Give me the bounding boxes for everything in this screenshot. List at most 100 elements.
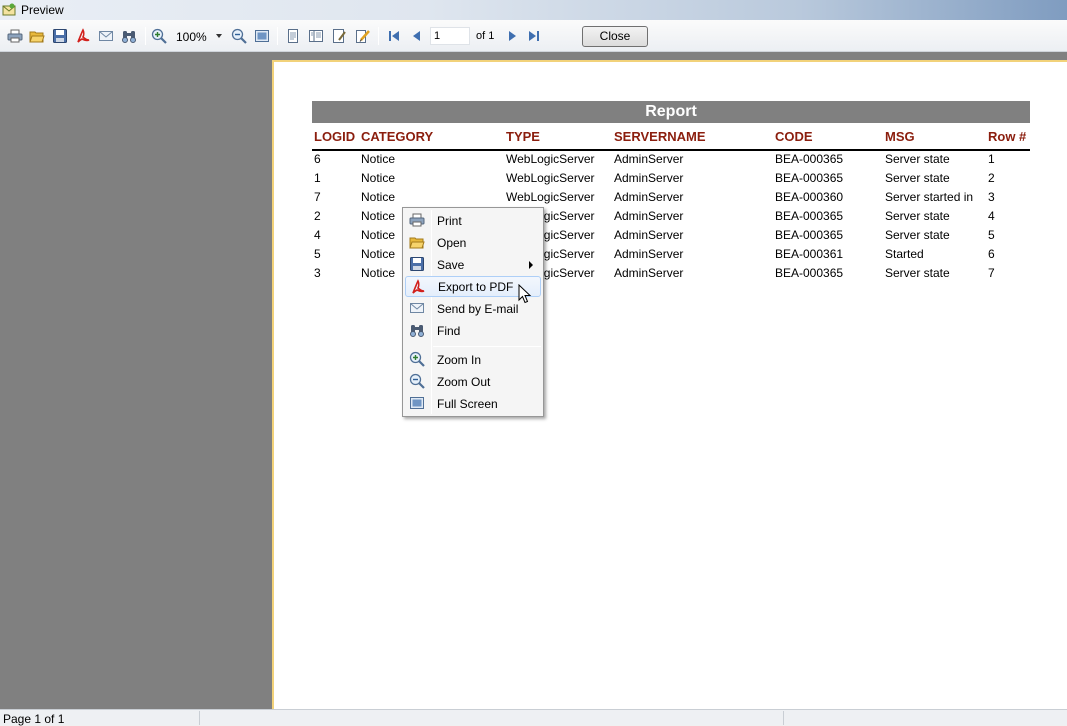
email-icon — [409, 300, 425, 316]
cell-category: Notice — [361, 190, 396, 204]
menu-item-label: Open — [437, 236, 467, 250]
zoom-in-icon — [409, 351, 425, 367]
menu-item-find[interactable]: Find — [405, 320, 541, 341]
cell-code: BEA-000361 — [775, 247, 844, 261]
cell-servername: AdminServer — [614, 228, 684, 242]
cell-code: BEA-000360 — [775, 190, 844, 204]
pdf-icon[interactable] — [74, 27, 92, 45]
header-divider — [312, 149, 1030, 151]
first-page-icon[interactable] — [385, 27, 403, 45]
menu-item-save[interactable]: Save — [405, 254, 541, 275]
cell-category: Notice — [361, 228, 396, 242]
zoom-select[interactable]: 100% — [176, 28, 224, 45]
two-page-icon[interactable] — [307, 27, 325, 45]
chevron-down-icon — [216, 34, 222, 38]
menu-item-zoom-in[interactable]: Zoom In — [405, 349, 541, 370]
find-icon[interactable] — [120, 27, 138, 45]
print-icon[interactable] — [6, 27, 24, 45]
menu-item-zoom-out[interactable]: Zoom Out — [405, 371, 541, 392]
close-button[interactable]: Close — [582, 26, 648, 47]
cell-logid: 3 — [314, 266, 321, 280]
email-icon[interactable] — [97, 27, 115, 45]
cell-msg: Server state — [885, 209, 950, 223]
cell-logid: 5 — [314, 247, 321, 261]
column-header-row-number: Row # — [988, 129, 1027, 144]
cell-msg: Server started in — [885, 190, 974, 204]
title-bar: Preview — [0, 0, 1067, 20]
cell-msg: Started — [885, 247, 924, 261]
full-screen-icon — [409, 395, 425, 411]
cell-servername: AdminServer — [614, 171, 684, 185]
cell-servername: AdminServer — [614, 209, 684, 223]
report-title: Report — [312, 101, 1030, 123]
cell-code: BEA-000365 — [775, 152, 844, 166]
window-title: Preview — [21, 3, 64, 17]
cell-row-number: 2 — [988, 171, 995, 185]
menu-item-label: Zoom Out — [437, 375, 491, 389]
cell-logid: 6 — [314, 152, 321, 166]
cell-servername: AdminServer — [614, 152, 684, 166]
cell-logid: 7 — [314, 190, 321, 204]
cell-type: WebLogicServer — [506, 152, 595, 166]
cell-category: Notice — [361, 247, 396, 261]
cell-code: BEA-000365 — [775, 209, 844, 223]
cell-msg: Server state — [885, 266, 950, 280]
print-icon — [409, 212, 425, 228]
menu-item-label: Find — [437, 324, 461, 338]
save-icon[interactable] — [51, 27, 69, 45]
cell-category: Notice — [361, 171, 396, 185]
chevron-right-icon — [529, 261, 533, 269]
menu-item-open[interactable]: Open — [405, 232, 541, 253]
status-bar: Page 1 of 1 — [0, 709, 1067, 726]
page-setup-icon[interactable] — [330, 27, 348, 45]
cell-logid: 2 — [314, 209, 321, 223]
cell-category: Notice — [361, 209, 396, 223]
cell-servername: AdminServer — [614, 247, 684, 261]
full-screen-icon[interactable] — [253, 27, 271, 45]
page-number-input[interactable]: 1 — [430, 27, 470, 45]
cell-servername: AdminServer — [614, 190, 684, 204]
cell-row-number: 3 — [988, 190, 995, 204]
cell-servername: AdminServer — [614, 266, 684, 280]
zoom-value: 100% — [176, 29, 207, 44]
next-page-icon[interactable] — [503, 27, 521, 45]
open-icon — [409, 234, 425, 250]
report-page: Report LOGID CATEGORY TYPE SERVERNAME CO… — [272, 60, 1067, 720]
cell-row-number: 7 — [988, 266, 995, 280]
open-icon[interactable] — [28, 27, 46, 45]
cell-logid: 4 — [314, 228, 321, 242]
cell-category: Notice — [361, 152, 396, 166]
app-icon — [2, 3, 16, 16]
cell-row-number: 1 — [988, 152, 995, 166]
single-page-icon[interactable] — [284, 27, 302, 45]
cell-code: BEA-000365 — [775, 228, 844, 242]
menu-item-label: Export to PDF — [438, 280, 514, 294]
zoom-in-icon[interactable] — [150, 27, 168, 45]
cell-code: BEA-000365 — [775, 171, 844, 185]
cell-code: BEA-000365 — [775, 266, 844, 280]
find-icon — [409, 322, 425, 338]
cell-row-number: 6 — [988, 247, 995, 261]
column-header-msg: MSG — [885, 129, 915, 144]
column-header-logid: LOGID — [314, 129, 356, 144]
column-header-servername: SERVERNAME — [614, 129, 706, 144]
last-page-icon[interactable] — [525, 27, 543, 45]
column-header-code: CODE — [775, 129, 813, 144]
prev-page-icon[interactable] — [408, 27, 426, 45]
context-menu: Print Open Save Export to PDF Send by E-… — [402, 207, 544, 417]
pdf-icon — [410, 279, 426, 295]
menu-item-print[interactable]: Print — [405, 210, 541, 231]
cell-msg: Server state — [885, 152, 950, 166]
zoom-out-icon[interactable] — [230, 27, 248, 45]
menu-item-label: Zoom In — [437, 353, 482, 367]
column-header-type: TYPE — [506, 129, 540, 144]
save-icon — [409, 256, 425, 272]
cell-row-number: 5 — [988, 228, 995, 242]
menu-item-label: Full Screen — [437, 397, 498, 411]
column-header-category: CATEGORY — [361, 129, 434, 144]
page-count: of 1 — [476, 30, 495, 42]
edit-icon[interactable] — [353, 27, 371, 45]
toolbar: 100% 1 of 1 Close — [0, 20, 1067, 52]
cursor-icon — [518, 283, 532, 304]
menu-item-full-screen[interactable]: Full Screen — [405, 393, 541, 414]
